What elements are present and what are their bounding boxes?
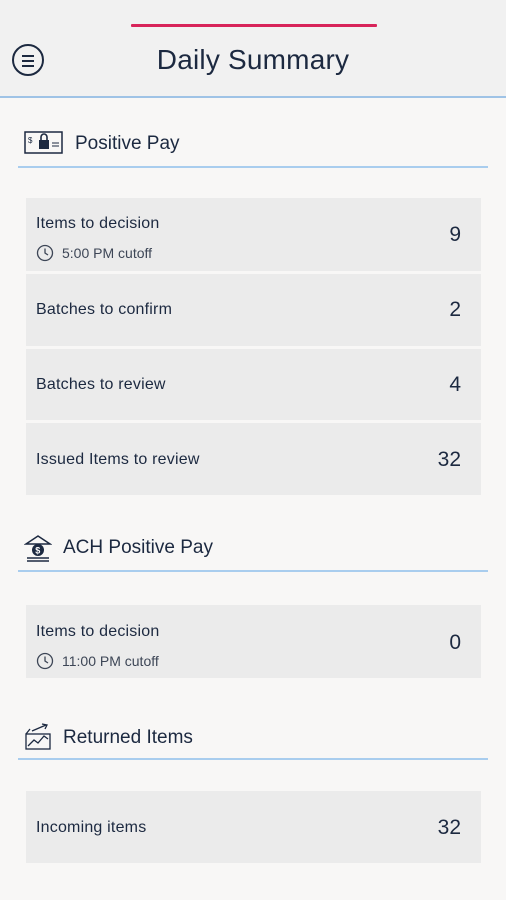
row-cutoff: 11:00 PM cutoff: [36, 652, 159, 670]
clock-icon: [36, 652, 54, 670]
row-label: Items to decision: [36, 623, 160, 640]
summary-row-ach-items-to-decision[interactable]: Items to decision 11:00 PM cutoff 0: [26, 605, 481, 678]
row-label: Incoming items: [36, 819, 147, 836]
section-title: ACH Positive Pay: [63, 537, 213, 558]
page-title: Daily Summary: [156, 44, 350, 75]
row-label: Batches to review: [36, 376, 166, 393]
section-header-ach-positive-pay: $ ACH Positive Pay: [18, 534, 488, 572]
row-label: Issued Items to review: [36, 451, 200, 468]
section-title: Returned Items: [63, 727, 193, 748]
returned-items-icon: [24, 722, 54, 757]
section-header-positive-pay: $ Positive Pay: [18, 130, 488, 168]
section-title: Positive Pay: [75, 133, 180, 154]
section-header-returned-items: Returned Items: [18, 722, 488, 760]
summary-row-incoming-items[interactable]: Incoming items 32: [26, 791, 481, 863]
row-count: 0: [449, 631, 461, 654]
summary-row-issued-items-to-review[interactable]: Issued Items to review 32: [26, 423, 481, 495]
clock-icon: [36, 244, 54, 262]
svg-text:$: $: [35, 546, 40, 556]
row-count: 32: [437, 448, 461, 471]
row-count: 9: [449, 223, 461, 246]
header-accent-bar: [131, 24, 377, 27]
summary-row-batches-to-confirm[interactable]: Batches to confirm 2: [26, 274, 481, 346]
row-label: Batches to confirm: [36, 301, 173, 318]
svg-text:$: $: [28, 136, 33, 145]
row-count: 32: [437, 816, 461, 839]
row-count: 2: [449, 298, 461, 321]
bank-dollar-icon: $: [23, 534, 53, 567]
cutoff-text: 5:00 PM cutoff: [62, 245, 153, 261]
row-count: 4: [449, 373, 461, 396]
summary-row-items-to-decision[interactable]: Items to decision 5:00 PM cutoff 9: [26, 198, 481, 271]
row-label: Items to decision: [36, 215, 160, 232]
cutoff-text: 11:00 PM cutoff: [62, 653, 159, 669]
row-cutoff: 5:00 PM cutoff: [36, 244, 152, 262]
summary-row-batches-to-review[interactable]: Batches to review 4: [26, 349, 481, 420]
check-lock-icon: $: [24, 130, 64, 161]
app-header: Daily Summary: [0, 0, 506, 98]
